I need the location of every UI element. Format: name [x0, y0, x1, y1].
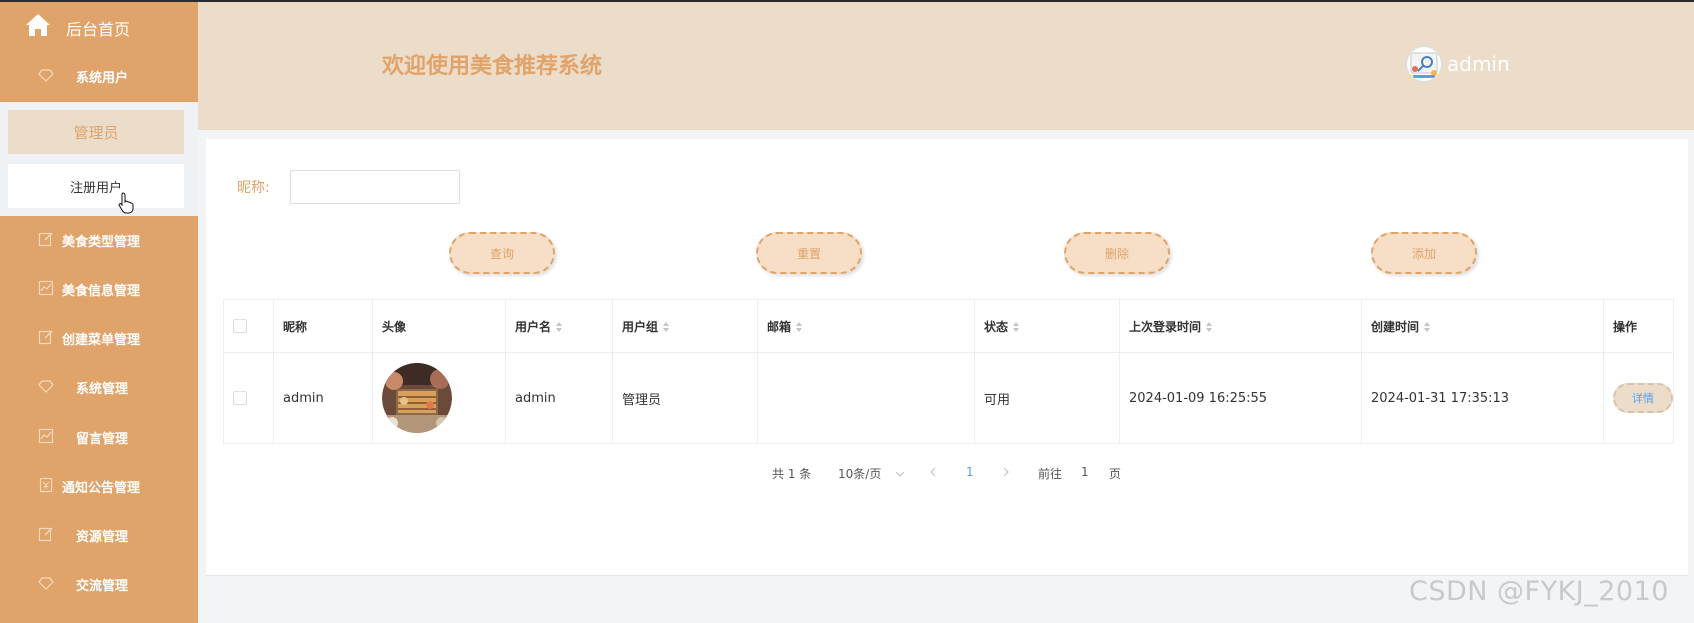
cell-group: 管理员 [612, 352, 758, 444]
sidebar-item-resources[interactable]: 资源管理 [0, 511, 198, 559]
sidebar: 后台首页 系统用户 管理员 注册用户 美食类型管理 美食信息管理 创建菜单管理 [0, 2, 198, 623]
column-header-email[interactable]: 邮箱 [757, 299, 975, 353]
header: 欢迎使用美食推荐系统 admin [198, 2, 1694, 130]
sidebar-item-label: 通知公告管理 [62, 481, 141, 496]
delete-button[interactable]: 删除 [1064, 232, 1170, 274]
currency-icon [39, 477, 53, 493]
column-header-last-login[interactable]: 上次登录时间 [1119, 299, 1362, 353]
submenu-item-registered-users[interactable]: 注册用户 [8, 164, 184, 208]
sort-icon[interactable] [795, 321, 803, 333]
sidebar-item-menu[interactable]: 创建菜单管理 [0, 314, 198, 362]
sidebar-item-food-type[interactable]: 美食类型管理 [0, 216, 198, 264]
submenu-item-admin[interactable]: 管理员 [8, 110, 184, 154]
next-page-icon[interactable] [1002, 467, 1010, 477]
column-header-status[interactable]: 状态 [974, 299, 1120, 353]
pagination: 共 1 条 10条/页 1 前往 1 页 [206, 457, 1688, 487]
detail-button[interactable]: 详情 [1613, 383, 1673, 413]
row-checkbox[interactable] [233, 391, 247, 405]
sort-icon[interactable] [662, 321, 670, 333]
cell-username: admin [505, 352, 613, 444]
sidebar-item-label: 系统用户 [76, 71, 129, 86]
avatar-icon [1410, 52, 1438, 78]
pagination-total: 共 1 条 [772, 467, 812, 481]
sidebar-home-label: 后台首页 [66, 20, 131, 39]
select-all-checkbox[interactable] [233, 319, 247, 334]
user-avatar[interactable] [1406, 46, 1442, 82]
users-table: 昵称 头像 用户名 用户组 邮箱 状态 上次登录时间 创建时间 操作 admin… [223, 299, 1674, 444]
sidebar-home[interactable]: 后台首页 [0, 2, 198, 50]
select-all-cell [223, 299, 274, 353]
diamond-icon [38, 577, 54, 590]
column-header-label: 创建时间 [1371, 319, 1420, 334]
chart-icon [38, 428, 54, 444]
cell-nickname: admin [273, 352, 373, 444]
column-header-label: 邮箱 [767, 319, 792, 334]
goto-page-input[interactable]: 1 [1081, 465, 1089, 479]
column-header-label: 用户组 [622, 319, 659, 334]
page-number-current[interactable]: 1 [966, 465, 974, 479]
goto-prefix: 前往 [1038, 467, 1063, 481]
column-header-label: 用户名 [515, 319, 552, 334]
cell-actions: 详情 [1603, 352, 1674, 444]
sidebar-item-messages[interactable]: 留言管理 [0, 413, 198, 461]
sidebar-item-exchange[interactable]: 交流管理 [0, 560, 198, 608]
sort-icon[interactable] [555, 321, 563, 333]
edit-icon [38, 330, 53, 345]
cell-created: 2024-01-31 17:35:13 [1361, 352, 1604, 444]
sidebar-item-label: 创建菜单管理 [62, 333, 141, 348]
sidebar-item-system[interactable]: 系统管理 [0, 363, 198, 411]
diamond-icon [38, 69, 54, 82]
goto-suffix: 页 [1109, 467, 1122, 481]
edit-icon [38, 527, 53, 542]
cell-status: 可用 [974, 352, 1120, 444]
column-header-label: 状态 [984, 319, 1009, 334]
food-avatar-image [382, 363, 452, 433]
page-size-select[interactable]: 10条/页 [838, 465, 905, 482]
prev-page-icon[interactable] [929, 467, 937, 477]
sort-icon[interactable] [1423, 321, 1431, 333]
add-button[interactable]: 添加 [1371, 232, 1477, 274]
column-header-username[interactable]: 用户名 [505, 299, 613, 353]
page-size-value: 10条/页 [838, 467, 882, 481]
cell-last-login: 2024-01-09 16:25:55 [1119, 352, 1362, 444]
nickname-search-input[interactable] [290, 170, 460, 204]
query-button[interactable]: 查询 [449, 232, 555, 274]
sidebar-item-label: 美食类型管理 [62, 235, 141, 250]
search-label: 昵称: [237, 180, 270, 196]
sort-icon[interactable] [1012, 321, 1020, 333]
chevron-down-icon [895, 471, 905, 477]
watermark: CSDN @FYKJ_2010 [1409, 576, 1669, 607]
home-icon [26, 14, 50, 36]
sidebar-item-label: 系统管理 [76, 382, 129, 397]
column-header-group[interactable]: 用户组 [612, 299, 758, 353]
cell-email [757, 352, 975, 444]
sort-icon[interactable] [1205, 321, 1213, 333]
chart-icon [38, 280, 54, 296]
sidebar-item-label: 美食信息管理 [62, 284, 141, 299]
page-title: 欢迎使用美食推荐系统 [382, 54, 603, 79]
sidebar-item-label: 留言管理 [76, 432, 129, 447]
header-username[interactable]: admin [1447, 52, 1510, 76]
column-header-created[interactable]: 创建时间 [1361, 299, 1604, 353]
sidebar-item-notices[interactable]: 通知公告管理 [0, 462, 198, 510]
column-header-label: 上次登录时间 [1129, 319, 1202, 334]
sidebar-item-label: 资源管理 [76, 530, 129, 545]
sidebar-item-food-info[interactable]: 美食信息管理 [0, 265, 198, 313]
table-header-row: 昵称 头像 用户名 用户组 邮箱 状态 上次登录时间 创建时间 操作 [223, 299, 1674, 353]
sidebar-submenu: 管理员 注册用户 [0, 102, 198, 216]
sidebar-item-system-users[interactable]: 系统用户 [0, 52, 198, 100]
diamond-icon [38, 380, 54, 393]
column-header-nickname: 昵称 [273, 299, 373, 353]
column-header-actions: 操作 [1603, 299, 1674, 353]
edit-icon [38, 232, 53, 247]
reset-button[interactable]: 重置 [756, 232, 862, 274]
row-select-cell [223, 352, 274, 444]
sidebar-item-label: 交流管理 [76, 579, 129, 594]
cell-avatar [372, 352, 506, 444]
column-header-avatar: 头像 [372, 299, 506, 353]
hand-cursor-icon [118, 192, 134, 214]
main-panel: 昵称: 查询 重置 删除 添加 昵称 头像 用户名 用户组 邮箱 状态 上次登录… [206, 139, 1688, 576]
table-row: admin admin 管理员 可用 2024-01-09 16:25:55 2… [223, 352, 1674, 444]
